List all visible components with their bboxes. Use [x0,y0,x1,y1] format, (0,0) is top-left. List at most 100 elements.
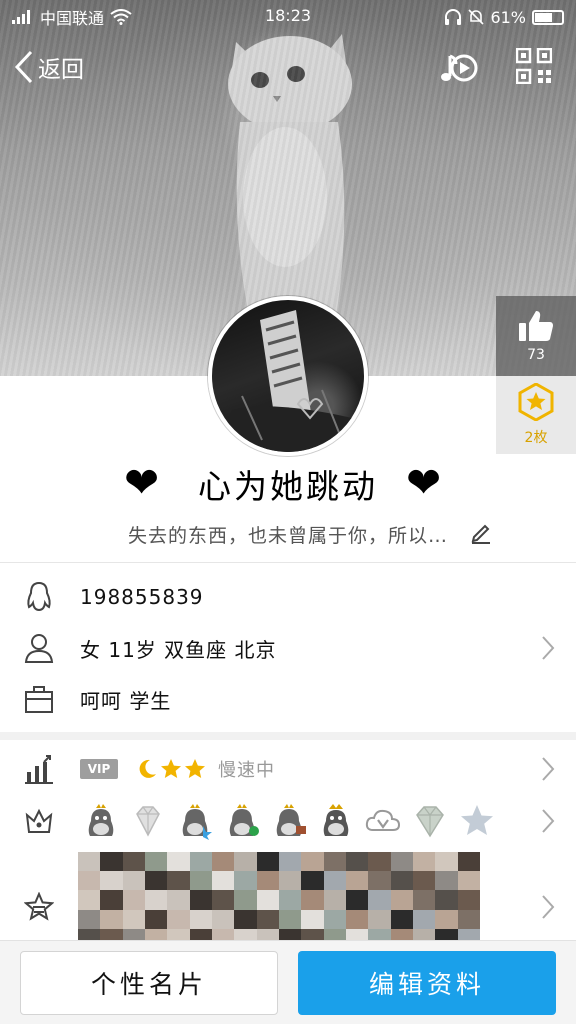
vip-row[interactable]: VIP 慢速中 [0,748,576,790]
mosaic-cell [435,871,458,891]
mosaic-cell [413,871,436,891]
mosaic-cell [145,890,168,910]
qq-number-row: 198855839 [0,576,576,618]
mosaic-cell [301,852,324,872]
star-icon [185,759,205,778]
mosaic-cell [145,852,168,872]
status-bar: 中国联通 18:23 61% [0,0,576,34]
mosaic-cell [435,852,458,872]
mosaic-cell [189,890,212,910]
mosaic-cell [457,852,480,872]
mosaic-cell [368,852,391,872]
avatar[interactable] [208,296,368,456]
chevron-right-icon [542,809,555,833]
basic-info: 女 11岁 双鱼座 北京 [80,637,277,662]
thumbs-up-icon [519,311,553,341]
mosaic-cell [457,890,480,910]
crown-icon [25,808,53,833]
bottom-bar: 个性名片 编辑资料 [0,940,576,1024]
mosaic-cell [100,890,123,910]
mosaic-cell [301,890,324,910]
mosaic-cell [78,852,101,872]
mosaic-cell [212,852,235,872]
mosaic-cell [323,909,346,929]
like-count: 73 [527,347,545,363]
mosaic-cell [212,890,235,910]
mosaic-cell [346,852,369,872]
pixelated-content [78,852,480,948]
basic-info-row[interactable]: 女 11岁 双鱼座 北京 [0,626,576,670]
mosaic-cell [323,871,346,891]
mosaic-cell [234,890,257,910]
cloud-v-icon [365,809,401,831]
mosaic-cell [390,852,413,872]
mosaic-cell [167,890,190,910]
mosaic-cell [189,909,212,929]
profile-card-button[interactable]: 个性名片 [20,951,278,1015]
mosaic-cell [145,909,168,929]
diamond-icon [136,806,160,837]
mosaic-cell [189,852,212,872]
penguin-crown-icon [88,804,114,836]
mosaic-cell [122,909,145,929]
battery-icon [532,9,564,25]
penguin-crown-icon [229,804,259,836]
emblem-list [82,802,496,840]
mosaic-cell [212,871,235,891]
penguin-crown-icon [323,804,349,836]
status-time: 18:23 [264,6,312,25]
signal-icon [12,10,30,24]
mosaic-cell [122,852,145,872]
mosaic-cell [234,852,257,872]
mosaic-cell [368,909,391,929]
mosaic-cell [368,871,391,891]
signature-row[interactable]: 失去的东西，也未曾属于你，所以… [0,518,576,550]
back-label: 返回 [38,57,84,83]
battery-fill [535,12,553,22]
wifi-icon [110,9,132,25]
qr-code-icon[interactable] [516,48,552,84]
mosaic-cell [346,890,369,910]
vip-tag: VIP [80,759,118,779]
emblem-row[interactable] [0,798,576,844]
mosaic-cell [100,852,123,872]
diamond-icon [416,806,444,838]
section-gap [0,732,576,740]
star-outline-icon [24,892,54,921]
edit-profile-button[interactable]: 编辑资料 [298,951,556,1015]
penguin-icon [27,581,51,612]
mosaic-cell [189,871,212,891]
mosaic-cell [100,871,123,891]
pencil-edit-icon[interactable] [470,522,492,544]
mosaic-cell [413,909,436,929]
occupation-row: 呵呵 学生 [0,678,576,720]
mosaic-cell [78,890,101,910]
mosaic-cell [78,909,101,929]
divider [0,562,576,563]
chevron-right-icon [542,636,555,660]
mosaic-cell [390,871,413,891]
mosaic-cell [256,890,279,910]
mosaic-cell [368,890,391,910]
mosaic-cell [346,909,369,929]
badge-button[interactable]: 2枚 [496,376,576,454]
mosaic-cell [301,871,324,891]
like-button[interactable]: 73 [496,296,576,376]
nickname: 心为她跳动 [198,467,378,506]
status-left: 中国联通 [12,5,132,29]
mosaic-cell [279,852,302,872]
name-row: ❤ 心为她跳动 ❤ [0,458,576,507]
star-badge-icon [518,383,554,421]
mosaic-cell [78,871,101,891]
mosaic-cell [457,871,480,891]
signature-text: 失去的东西，也未曾属于你，所以… [127,524,448,547]
vip-status: 慢速中 [218,760,275,781]
battery-percent: 61% [490,7,526,27]
mosaic-cell [323,890,346,910]
carrier-name: 中国联通 [40,9,105,28]
mosaic-cell [390,909,413,929]
mute-bell-icon [468,9,485,25]
heart-icon: ❤ [124,458,160,507]
music-play-icon[interactable] [438,48,478,88]
back-button[interactable]: 返回 [14,50,84,84]
